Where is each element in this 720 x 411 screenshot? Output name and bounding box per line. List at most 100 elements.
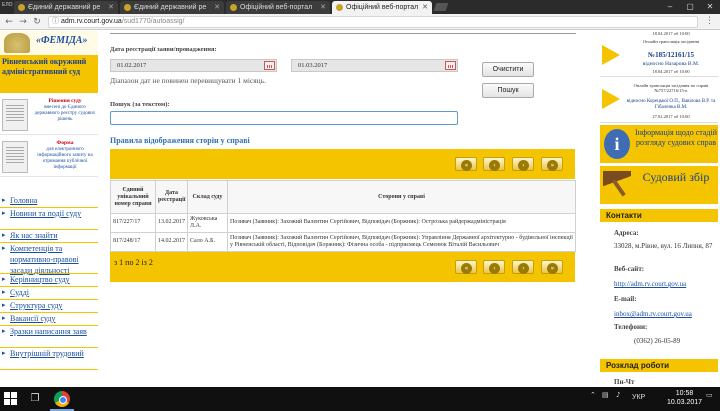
tab-close-icon[interactable]: ✕ xyxy=(320,1,326,14)
table-row[interactable]: 817/248/17 14.02.2017 Сало А.Б. Позивач … xyxy=(110,232,576,252)
next-page-icon: › xyxy=(518,159,529,171)
clear-button[interactable]: Очистити xyxy=(482,62,534,77)
new-tab-button[interactable] xyxy=(433,3,449,11)
tab-close-icon[interactable]: ✕ xyxy=(214,1,220,14)
nav-item-home[interactable]: Головна xyxy=(0,195,98,208)
online-broadcast-banner-1[interactable]: 18.04.2017 об 10:00 Онлайн трансляція за… xyxy=(600,31,718,77)
column-header-registration-date[interactable]: Дата реєстрації xyxy=(155,180,188,214)
system-clock[interactable]: 10:58 10.03.2017 xyxy=(667,389,702,407)
calendar-icon[interactable] xyxy=(264,61,275,70)
reload-icon[interactable]: ↻ xyxy=(30,15,44,29)
website-link[interactable]: http://adm.rv.court.gov.ua xyxy=(614,280,718,289)
pager-bottom-bar: з 1 по 2 із 2 « ‹ › » xyxy=(110,252,575,282)
court-fee-banner[interactable]: Судовий збір xyxy=(600,166,718,204)
first-page-button[interactable]: « xyxy=(455,157,477,171)
profile-label[interactable]: ЕЛО xyxy=(2,2,13,8)
address-bar[interactable]: ⓘ adm.rv.court.gov.ua/sud1770/autoassig/ xyxy=(48,16,698,28)
banner-caption: Онлайн трансляція засідання по справі №7… xyxy=(633,83,709,93)
browser-tab-bar: ЕЛО Єдиний державний ре ✕ Єдиний державн… xyxy=(0,0,720,14)
prev-page-button[interactable]: ‹ xyxy=(483,260,505,274)
maximize-icon[interactable]: ▢ xyxy=(680,0,700,14)
date-to-input[interactable]: 01.03.2017 xyxy=(291,59,458,72)
close-window-icon[interactable]: ✕ xyxy=(700,0,720,14)
court-fee-text: Судовий збір xyxy=(642,170,710,184)
tab-title: Єдиний державний ре xyxy=(134,4,207,11)
language-indicator[interactable]: УКР xyxy=(632,394,645,401)
browser-tab-2[interactable]: Єдиний державний ре ✕ xyxy=(120,1,224,14)
column-header-court-composition[interactable]: Склад суду xyxy=(187,180,228,214)
court-decisions-banner[interactable]: Рішення суду внесені до Єдиного державног… xyxy=(0,95,98,135)
notifications-icon[interactable]: ▭ xyxy=(706,391,713,399)
nav-item-how-to-find[interactable]: Як нас знайти xyxy=(0,230,98,243)
case-stages-banner[interactable]: i Інформація щодо стадій розгляду судови… xyxy=(600,125,718,163)
nav-item-news[interactable]: Новини та події суду xyxy=(0,208,98,230)
broadcast-arrow-icon xyxy=(602,89,620,109)
volume-icon[interactable]: ♪ xyxy=(616,391,620,399)
schedule-first-row: Пн-Чт xyxy=(614,378,635,386)
task-view-icon[interactable]: ❐ xyxy=(26,390,44,408)
banner-defendant: відносно Назарова В.М. xyxy=(642,61,700,67)
case-number-cell: 817/248/17 xyxy=(110,232,156,252)
nav-item-leadership[interactable]: Керівництво суду xyxy=(0,274,98,287)
search-button[interactable]: Пошук xyxy=(482,83,534,98)
search-input[interactable] xyxy=(110,111,458,125)
chrome-taskbar-icon[interactable] xyxy=(54,391,70,407)
nav-item-internal-labor[interactable]: Внутрішній трудовий xyxy=(0,348,98,370)
next-page-button[interactable]: › xyxy=(512,157,534,171)
parties-cell: Позивач (Заявник): Захожий Валентин Серг… xyxy=(227,232,576,252)
nav-item-competence[interactable]: Компетенція та нормативно-правові засади… xyxy=(0,243,98,275)
promo-title: Рішення суду xyxy=(48,98,82,104)
page-info-icon[interactable]: ⓘ xyxy=(52,17,59,27)
first-page-button[interactable]: « xyxy=(455,260,477,274)
display-rules-link[interactable]: Правила відображення сторін у справі xyxy=(110,136,250,145)
prev-page-button[interactable]: ‹ xyxy=(483,157,505,171)
column-header-parties[interactable]: Сторони у справі xyxy=(227,180,576,214)
last-page-icon: » xyxy=(547,159,558,171)
nav-item-sample-applications[interactable]: Зразки написання заяв xyxy=(0,326,98,348)
document-icon xyxy=(2,99,28,131)
banner-case-number: №185/12161/15 xyxy=(648,51,694,59)
browser-toolbar: ← → ↻ ⓘ adm.rv.court.gov.ua/sud1770/auto… xyxy=(0,14,720,30)
browser-tab-4-active[interactable]: Офіційний веб-портал ✕ xyxy=(332,1,432,14)
website-label: Веб-сайт: xyxy=(614,265,645,273)
tray-chevron-icon[interactable]: ⌃ xyxy=(590,391,596,399)
minimize-icon[interactable]: – xyxy=(660,0,680,14)
windows-start-icon[interactable] xyxy=(4,392,18,406)
back-arrow-icon[interactable]: ← xyxy=(2,15,16,29)
tab-close-icon[interactable]: ✕ xyxy=(422,1,428,14)
calendar-icon[interactable] xyxy=(445,61,456,70)
last-page-button[interactable]: » xyxy=(541,260,563,274)
date-from-value: 01.02.2017 xyxy=(117,62,147,69)
site-logo-text: «ФЕМІДА» xyxy=(36,35,88,46)
tab-close-icon[interactable]: ✕ xyxy=(108,1,114,14)
online-broadcast-banner-2[interactable]: Онлайн трансляція засідання по справі №7… xyxy=(600,79,718,123)
clock-date: 10.03.2017 xyxy=(667,399,703,406)
banner-date: 27.02.2017 об 10:00 xyxy=(652,114,690,119)
web-page: «ФЕМІДА» Рівненський окружний адміністра… xyxy=(0,31,720,387)
site-favicon-icon xyxy=(124,4,131,11)
browser-tab-3[interactable]: Офіційний веб-портал ✕ xyxy=(226,1,330,14)
browser-tab-1[interactable]: Єдиний державний ре ✕ xyxy=(14,1,118,14)
last-page-button[interactable]: » xyxy=(541,157,563,171)
network-icon[interactable]: ▤ xyxy=(602,391,609,399)
nav-item-structure[interactable]: Структура суду xyxy=(0,300,98,313)
nav-item-judges[interactable]: Судді xyxy=(0,287,98,300)
email-link[interactable]: inbox@adm.rv.court.gov.ua xyxy=(614,310,718,319)
nav-item-vacancies[interactable]: Вакансії суду xyxy=(0,313,98,326)
next-page-button[interactable]: › xyxy=(512,260,534,274)
url-path: /sud1770/autoassig/ xyxy=(121,18,185,25)
email-label: E-mail: xyxy=(614,295,637,303)
phone-label: Телефони: xyxy=(614,323,648,331)
schedule-header: Розклад роботи xyxy=(600,359,718,372)
browser-menu-icon[interactable]: ⋮ xyxy=(705,16,714,26)
search-label: Пошук (за текстом): xyxy=(110,101,170,108)
info-request-form-banner[interactable]: Форма для електронного інформаційного зап… xyxy=(0,137,98,177)
main-content: Дата реєстрації заяви/провадження: 01.02… xyxy=(110,31,588,387)
forward-arrow-icon[interactable]: → xyxy=(16,15,30,29)
phone-value: (0362) 26-05-89 xyxy=(634,337,681,345)
date-from-input[interactable]: 01.02.2017 xyxy=(110,59,277,72)
gavel-icon xyxy=(603,171,631,199)
pager-top-bar: « ‹ › » xyxy=(110,149,575,179)
column-header-case-number[interactable]: Єдиний унікальний номер справи xyxy=(110,180,156,214)
table-row[interactable]: 817/227/17 13.02.2017 Жуковська Л.А. Поз… xyxy=(110,213,576,233)
